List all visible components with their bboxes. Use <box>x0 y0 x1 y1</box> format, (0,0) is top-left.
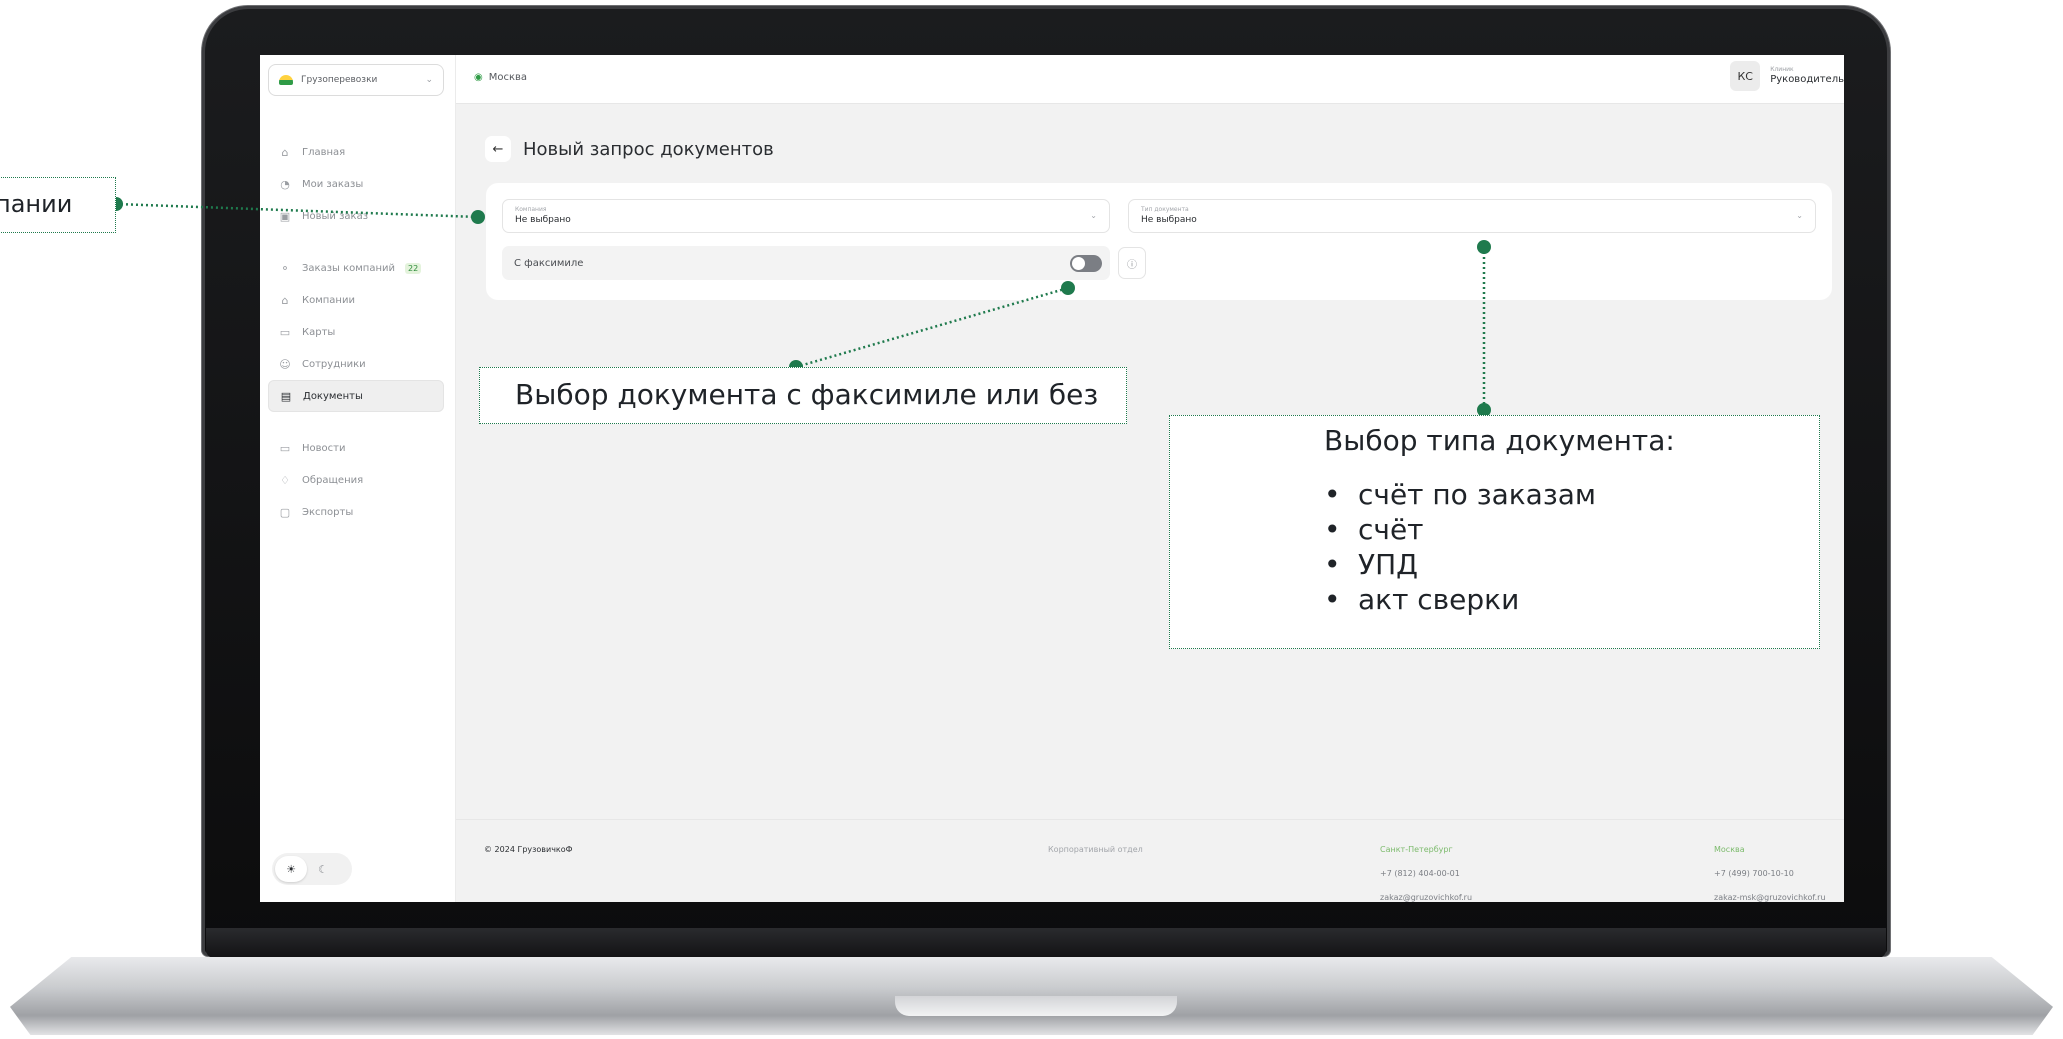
annotation-doc-type-title: Выбор типа документа: <box>1324 424 1675 457</box>
footer-msk-city: Москва <box>1714 845 1745 854</box>
sidebar-item-exports[interactable]: ▢ Экспорты <box>268 496 444 528</box>
chevron-down-icon: ⌄ <box>1090 211 1097 220</box>
footer-dept: Корпоративный отдел <box>1048 845 1143 854</box>
company-logo-icon <box>279 75 293 85</box>
sidebar-item-label: Заказы компаний <box>302 262 396 274</box>
page-header: ← Новый запрос документов <box>485 136 774 162</box>
footer-copyright-col: © 2024 ГрузовичкоФ <box>484 838 573 862</box>
sidebar-nav: ⌂ Главная ◔ Мои заказы ▣ Новый заказ ⚬ Заказ… <box>268 136 444 528</box>
sidebar-item-news[interactable]: ▭ Новости <box>268 432 444 464</box>
info-button[interactable]: ⓘ <box>1118 247 1146 279</box>
annotation-company: пании <box>0 177 116 233</box>
moon-icon[interactable]: ☾ <box>307 856 339 882</box>
back-button[interactable]: ← <box>485 136 511 162</box>
company-switcher[interactable]: Грузоперевозки ⌄ <box>268 64 444 96</box>
facsimile-label: С факсимиле <box>514 257 584 269</box>
sidebar-item-cards[interactable]: ▭ Карты <box>268 316 444 348</box>
sidebar-item-label: Новый заказ <box>302 210 369 222</box>
document-type-item: акт сверки <box>1324 582 1819 617</box>
footer-msk-email[interactable]: zakaz-msk@gruzovichkof.ru <box>1714 886 1826 902</box>
user-menu[interactable]: КС Клиник Руководитель <box>1730 61 1844 91</box>
employees-icon: ☺ <box>279 357 291 371</box>
sun-icon[interactable]: ☀ <box>275 856 307 882</box>
footer-spb-phone[interactable]: +7 (812) 404-00-01 <box>1380 862 1472 886</box>
company-select-label: Компания <box>515 206 547 213</box>
footer-msk-phone[interactable]: +7 (499) 700-10-10 <box>1714 862 1826 886</box>
city-selector[interactable]: ◉ Москва <box>474 72 527 83</box>
company-switcher-label: Грузоперевозки <box>301 75 378 85</box>
user-meta: Клиник Руководитель <box>1770 65 1844 85</box>
laptop-chin <box>206 928 1886 958</box>
company-icon: ⌂ <box>281 293 289 307</box>
sidebar-item-label: Карты <box>302 326 336 338</box>
footer-spb-email[interactable]: zakaz@gruzovichkof.ru <box>1380 886 1472 902</box>
sidebar-item-documents[interactable]: ▤ Документы <box>268 380 444 412</box>
document-type-label: Тип документа <box>1141 206 1189 213</box>
page-title: Новый запрос документов <box>523 138 774 160</box>
document-type-item: счёт по заказам <box>1324 477 1819 512</box>
count-badge: 22 <box>405 262 422 274</box>
news-icon: ▭ <box>279 441 291 455</box>
export-icon: ▢ <box>279 505 291 519</box>
company-select-value: Не выбрано <box>515 215 571 225</box>
sidebar-item-companies[interactable]: ⌂ Компании <box>268 284 444 316</box>
sidebar-item-label: Компании <box>302 294 355 306</box>
documents-icon: ▤ <box>280 389 292 403</box>
theme-toggle[interactable]: ☀ ☾ <box>272 853 352 885</box>
sidebar-item-label: Экспорты <box>302 506 354 518</box>
sidebar-item-label: Документы <box>303 390 363 402</box>
company-select[interactable]: Компания Не выбрано ⌄ <box>502 199 1110 233</box>
footer-copyright: © 2024 ГрузовичкоФ <box>484 845 573 854</box>
footer-msk-col: Москва +7 (499) 700-10-10 zakaz-msk@gruz… <box>1714 838 1826 902</box>
document-request-form: Компания Не выбрано ⌄ Тип документа Не в… <box>486 183 1832 300</box>
nav-divider <box>268 412 444 432</box>
document-type-item: счёт <box>1324 512 1819 547</box>
home-icon: ⌂ <box>281 145 289 159</box>
company-orders-icon: ⚬ <box>280 261 290 275</box>
sidebar-item-employees[interactable]: ☺ Сотрудники <box>268 348 444 380</box>
sidebar-item-requests[interactable]: ♢ Обращения <box>268 464 444 496</box>
card-icon: ▭ <box>279 325 291 339</box>
location-pin-icon: ◉ <box>474 72 483 83</box>
facsimile-row: С факсимиле <box>502 246 1110 280</box>
footer-spb-col: Санкт-Петербург +7 (812) 404-00-01 zakaz… <box>1380 838 1472 902</box>
footer-dept-col: Корпоративный отдел <box>1048 838 1143 862</box>
sidebar-item-label: Мои заказы <box>302 178 364 190</box>
top-bar: ◉ Москва КС Клиник Руководитель <box>456 55 1844 104</box>
chevron-down-icon: ⌄ <box>1796 211 1803 220</box>
avatar: КС <box>1730 61 1761 91</box>
sidebar: Грузоперевозки ⌄ ⌂ Главная ◔ Мои заказы ▣ Н… <box>260 55 456 902</box>
sidebar-item-label: Новости <box>302 442 346 454</box>
sidebar-item-new-order[interactable]: ▣ Новый заказ <box>268 200 444 232</box>
annotation-company-text: пании <box>0 190 73 218</box>
sidebar-item-label: Сотрудники <box>302 358 366 370</box>
facsimile-toggle[interactable] <box>1070 255 1102 272</box>
laptop-notch <box>895 996 1177 1016</box>
document-type-item: УПД <box>1324 547 1819 582</box>
bell-icon: ♢ <box>280 473 290 487</box>
document-type-select[interactable]: Тип документа Не выбрано ⌄ <box>1128 199 1816 233</box>
arrow-left-icon: ← <box>492 141 504 157</box>
user-role: Клиник <box>1770 65 1794 73</box>
sidebar-item-home[interactable]: ⌂ Главная <box>268 136 444 168</box>
city-label: Москва <box>488 72 528 83</box>
footer: © 2024 ГрузовичкоФ Корпоративный отдел С… <box>456 819 1844 902</box>
sidebar-item-label: Главная <box>302 146 346 158</box>
annotation-facsimile-text: Выбор документа с факсимиле или без <box>515 378 1099 411</box>
info-icon: ⓘ <box>1127 259 1137 271</box>
new-order-icon: ▣ <box>279 209 291 223</box>
sidebar-item-label: Обращения <box>302 474 364 486</box>
document-type-list: счёт по заказам счёт УПД акт сверки <box>1324 477 1819 617</box>
user-name: Руководитель <box>1770 73 1844 85</box>
sidebar-item-company-orders[interactable]: ⚬ Заказы компаний 22 <box>268 252 444 284</box>
footer-spb-city: Санкт-Петербург <box>1380 845 1453 854</box>
annotation-facsimile: Выбор документа с факсимиле или без <box>479 367 1127 424</box>
toggle-knob <box>1072 257 1085 270</box>
orders-icon: ◔ <box>280 177 290 191</box>
chevron-down-icon: ⌄ <box>425 75 433 85</box>
sidebar-item-my-orders[interactable]: ◔ Мои заказы <box>268 168 444 200</box>
document-type-value: Не выбрано <box>1141 215 1197 225</box>
annotation-document-type: Выбор типа документа: счёт по заказам сч… <box>1169 415 1820 649</box>
nav-divider <box>268 232 444 252</box>
